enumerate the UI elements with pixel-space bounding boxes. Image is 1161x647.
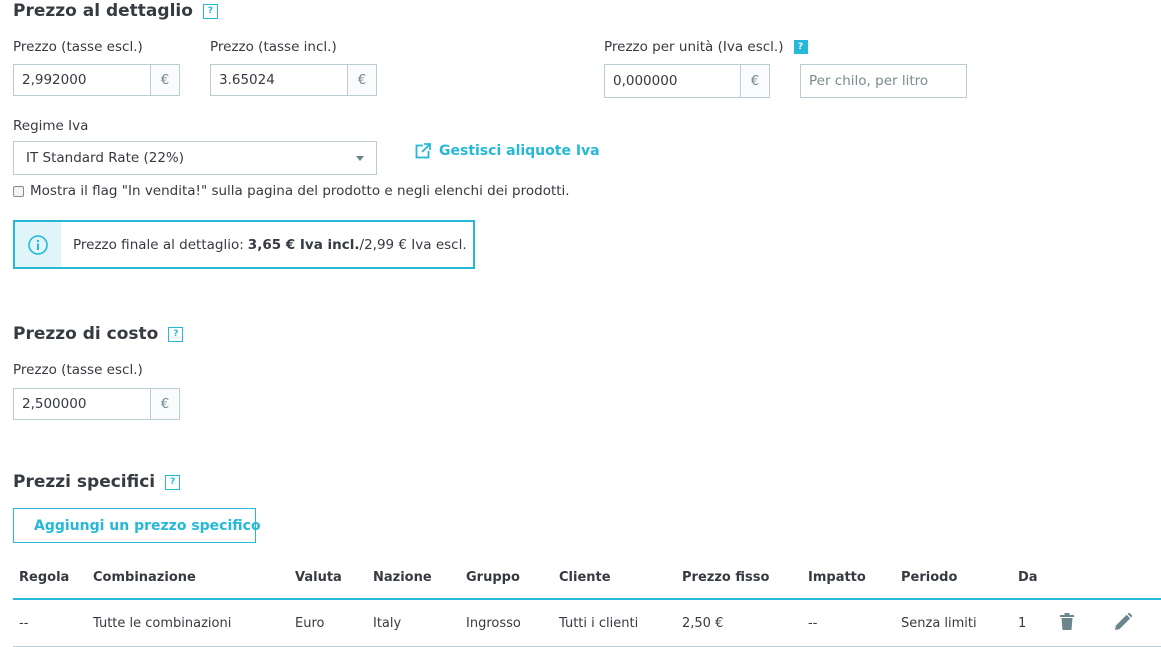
retail-price-title: Prezzo al dettaglio (13, 1, 193, 21)
unit-price-field: € (604, 64, 770, 98)
external-link-icon (415, 143, 431, 159)
table-cell: -- (808, 615, 818, 631)
column-header: Cliente (559, 569, 611, 585)
table-cell: Tutte le combinazioni (93, 615, 232, 631)
cost-price-input[interactable] (14, 389, 150, 419)
specific-prices-table: Regola Combinazione Valuta Nazione Grupp… (13, 556, 1161, 647)
cost-price-label: Prezzo (tasse escl.) (13, 362, 143, 378)
on-sale-checkbox[interactable] (13, 185, 24, 197)
currency-addon: € (150, 389, 179, 419)
add-specific-price-label: Aggiungi un prezzo specifico (34, 517, 261, 534)
specific-prices-heading: Prezzi specifici ? (13, 472, 181, 492)
delete-cell (1060, 599, 1115, 647)
cost-price-field: € (13, 388, 180, 420)
column-header: Combinazione (93, 569, 196, 585)
cost-price-title: Prezzo di costo (13, 324, 159, 344)
table-cell: -- (19, 615, 29, 631)
price-excl-field: € (13, 64, 180, 96)
retail-price-heading: Prezzo al dettaglio ? (13, 1, 218, 21)
cost-price-heading: Prezzo di costo ? (13, 324, 184, 344)
final-price-prefix: Prezzo finale al dettaglio: (73, 236, 244, 253)
table-cell: Tutti i clienti (559, 615, 639, 631)
table-cell: Senza limiti (901, 615, 977, 631)
column-header: Da (1018, 569, 1038, 585)
column-header: Impatto (808, 569, 866, 585)
table-row: -- Tutte le combinazioni Euro Italy Ingr… (13, 599, 1161, 647)
table-cell: Italy (373, 615, 402, 631)
table-cell: Euro (295, 615, 325, 631)
column-header: Nazione (373, 569, 432, 585)
final-price-excl: /2,99 € Iva escl. (359, 236, 467, 253)
edit-cell (1115, 599, 1161, 647)
final-price-alert: Prezzo finale al dettaglio: 3,65 € Iva i… (13, 220, 475, 269)
manage-tax-link-label: Gestisci aliquote Iva (439, 143, 600, 159)
column-header-actions (1060, 556, 1115, 599)
unit-price-label-row: Prezzo per unità (Iva escl.) ? (604, 39, 808, 55)
price-incl-field: € (210, 64, 377, 96)
help-icon[interactable]: ? (202, 3, 218, 19)
column-header: Periodo (901, 569, 958, 585)
price-excl-label: Prezzo (tasse escl.) (13, 39, 143, 55)
tax-rule-value: IT Standard Rate (22%) (26, 150, 185, 166)
trash-icon[interactable] (1060, 612, 1074, 630)
column-header: Valuta (295, 569, 342, 585)
help-icon[interactable]: ? (168, 326, 184, 342)
currency-addon: € (347, 65, 376, 95)
info-icon-container (15, 222, 61, 267)
column-header-actions (1115, 556, 1161, 599)
price-incl-input[interactable] (211, 65, 347, 95)
help-icon[interactable]: ? (165, 474, 181, 490)
final-price-text: Prezzo finale al dettaglio: 3,65 € Iva i… (61, 222, 467, 267)
final-price-incl: 3,65 € Iva incl. (247, 236, 360, 253)
currency-addon: € (150, 65, 179, 95)
unit-input[interactable] (800, 64, 967, 98)
chevron-down-icon (356, 155, 364, 161)
column-header: Gruppo (466, 569, 520, 585)
pencil-icon[interactable] (1115, 611, 1133, 630)
table-cell: 2,50 € (682, 615, 724, 631)
help-icon[interactable]: ? (793, 40, 808, 54)
tax-rule-select[interactable]: IT Standard Rate (22%) (13, 141, 377, 175)
specific-prices-title: Prezzi specifici (13, 472, 156, 492)
column-header: Prezzo fisso (682, 569, 770, 585)
price-excl-input[interactable] (14, 65, 150, 95)
table-cell: Ingrosso (466, 615, 521, 631)
manage-tax-link[interactable]: Gestisci aliquote Iva (415, 142, 600, 160)
on-sale-checkbox-row: Mostra il flag "In vendita!" sulla pagin… (13, 183, 570, 199)
column-header: Regola (19, 569, 70, 585)
table-cell: 1 (1018, 615, 1027, 631)
currency-addon: € (740, 65, 769, 97)
price-incl-label: Prezzo (tasse incl.) (210, 39, 337, 55)
table-header-row: Regola Combinazione Valuta Nazione Grupp… (13, 556, 1161, 599)
on-sale-label: Mostra il flag "In vendita!" sulla pagin… (30, 183, 570, 199)
add-specific-price-button[interactable]: Aggiungi un prezzo specifico (13, 508, 261, 543)
unit-price-input[interactable] (605, 65, 740, 97)
unit-price-label: Prezzo per unità (Iva escl.) (604, 39, 784, 55)
info-icon (28, 234, 48, 255)
tax-rule-label: Regime Iva (13, 118, 89, 134)
